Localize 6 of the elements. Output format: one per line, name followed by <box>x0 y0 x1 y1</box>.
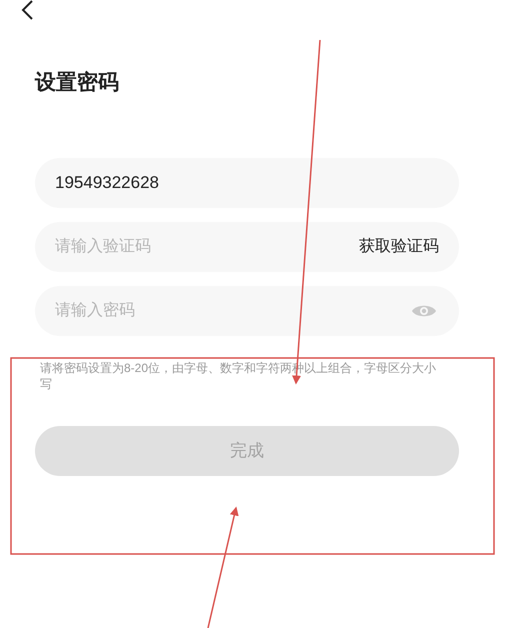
page-title: 设置密码 <box>35 70 120 96</box>
phone-field[interactable]: 19549322628 <box>35 158 459 208</box>
get-code-link[interactable]: 获取验证码 <box>359 235 439 259</box>
finish-button: 完成 <box>35 426 459 476</box>
back-icon[interactable] <box>20 0 34 20</box>
password-field[interactable]: 请输入密码 <box>35 286 459 336</box>
